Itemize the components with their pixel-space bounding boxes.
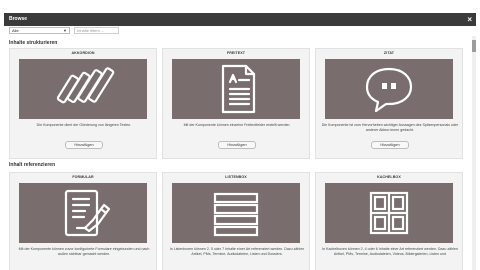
form-icon [19, 183, 147, 243]
type-select-value: Alle [12, 28, 19, 33]
list-icon [172, 183, 300, 243]
quote-icon [325, 59, 453, 119]
type-select[interactable]: Alle ▼ [9, 27, 70, 34]
vertical-scrollbar[interactable] [472, 36, 476, 270]
component-card-formular: FORMULAR Mit der Komponente können zuvor… [9, 172, 157, 270]
component-card-freitext: FREITEXT Mit der Komponente können einze… [162, 48, 310, 159]
card-title: FREITEXT [226, 51, 246, 55]
component-card-zitat: ZITAT Die Komponente ist zum Hervorheben… [315, 48, 463, 159]
chevron-down-icon: ▼ [63, 28, 67, 33]
section-title-reference: Inhalt referenzieren [9, 162, 56, 168]
component-card-kachelbox: KACHELBOX In Kachelboxen können 2, 4 ode… [315, 172, 463, 270]
component-browser-content: Inhalte strukturieren AKKORDION Die Komp… [4, 36, 468, 270]
card-description: In Kachelboxen können 2, 4 oder 6 Inhalt… [322, 247, 458, 256]
section-title-structure: Inhalte strukturieren [9, 40, 58, 46]
search-input[interactable]: Inhalte filtern ... [74, 27, 119, 34]
scrollbar-thumb[interactable] [472, 40, 476, 52]
card-description: Mit der Komponente können zuvor konfigur… [18, 247, 150, 256]
filter-bar: Alle ▼ Inhalte filtern ... [4, 26, 476, 36]
card-description: Mit der Komponente können einzelne Freit… [183, 123, 291, 127]
add-akkordion-button[interactable]: Hinzufügen [65, 141, 103, 149]
card-title: AKKORDION [71, 51, 95, 55]
browse-dialog: Browse × Alle ▼ Inhalte filtern ... Inha… [0, 0, 480, 270]
component-card-akkordion: AKKORDION Die Komponente dient der Glied… [9, 48, 157, 159]
card-description: In Listenboxen können 2, 5 oder 7 Inhalt… [169, 247, 305, 256]
dialog-title: Browse [9, 16, 28, 22]
dialog-titlebar: Browse × [4, 13, 476, 26]
add-freitext-button[interactable]: Hinzufügen [218, 141, 256, 149]
card-description: Die Komponente ist zum Hervorheben wicht… [321, 123, 459, 132]
close-icon[interactable]: × [467, 14, 472, 25]
card-title: KACHELBOX [377, 175, 401, 179]
component-card-listenbox: LISTENBOX In Listenboxen können 2, 5 ode… [162, 172, 310, 270]
card-title: LISTENBOX [225, 175, 247, 179]
grid-icon [325, 183, 453, 243]
card-title: ZITAT [383, 51, 395, 55]
add-zitat-button[interactable]: Hinzufügen [371, 141, 409, 149]
accordion-icon [19, 59, 147, 119]
document-icon [172, 59, 300, 119]
card-description: Die Komponente dient der Gliederung von … [36, 123, 132, 127]
card-title: FORMULAR [72, 175, 94, 179]
